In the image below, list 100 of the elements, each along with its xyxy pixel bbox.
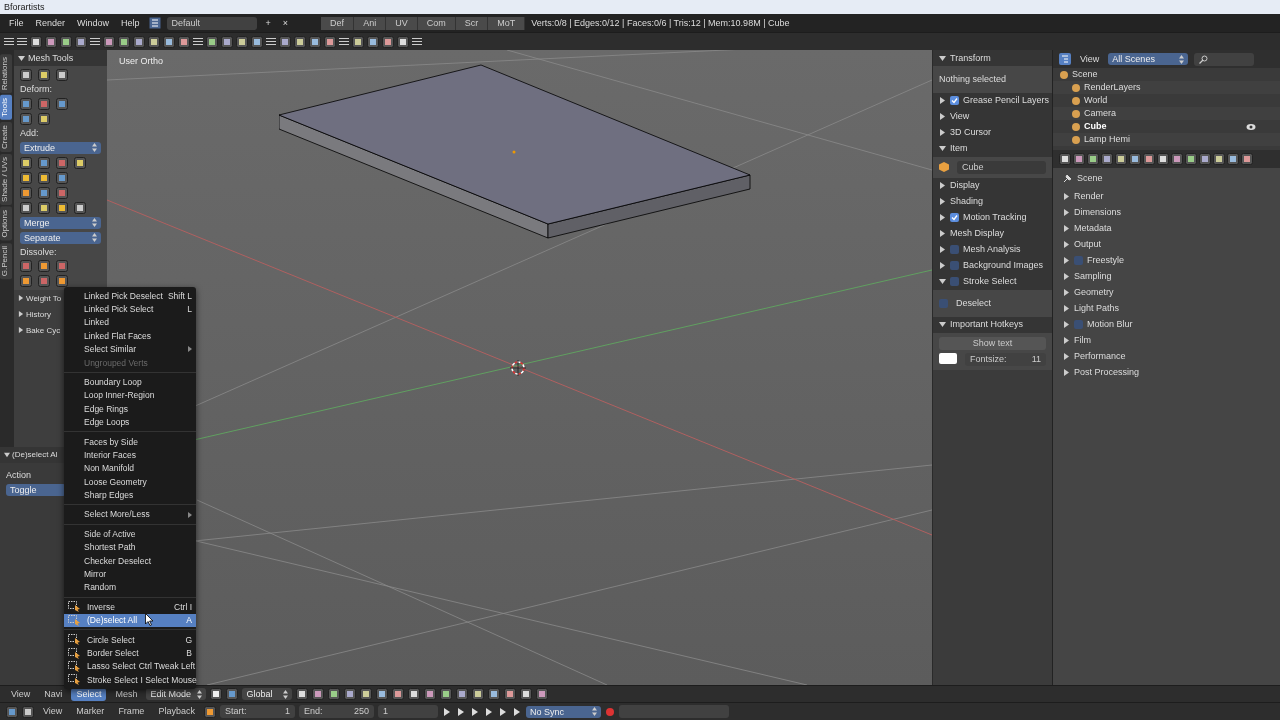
tool-icon[interactable] [56, 156, 68, 169]
toolbar-icon[interactable] [118, 35, 130, 48]
triangle-down-icon[interactable] [4, 452, 10, 458]
toolbar-icon[interactable] [397, 35, 409, 48]
tool-icon[interactable] [56, 260, 68, 273]
triangle-right-icon[interactable] [1063, 272, 1070, 280]
action-dropdown[interactable]: Toggle [6, 483, 66, 496]
checkbox[interactable] [939, 298, 948, 308]
playback-icon[interactable] [455, 706, 466, 717]
header-icon[interactable] [472, 688, 485, 700]
tool-icon[interactable] [56, 69, 68, 81]
triangle-right-icon[interactable] [939, 214, 946, 222]
triangle-right-icon[interactable] [939, 97, 946, 105]
header-icon[interactable] [328, 688, 341, 700]
tool-icon[interactable] [38, 201, 50, 214]
tool-icon[interactable] [20, 97, 32, 110]
playback-icon[interactable] [497, 706, 508, 717]
workspace-tab[interactable]: Ani [354, 16, 387, 30]
side-tab[interactable]: Shade / UVs [0, 154, 12, 205]
checkbox[interactable] [1074, 319, 1083, 329]
sync-dropdown[interactable]: No Sync [525, 705, 601, 718]
header-menu[interactable]: Playback [153, 705, 200, 718]
triangle-right-icon[interactable] [939, 113, 946, 121]
menu-item[interactable]: Inverse Ctrl I [64, 600, 196, 614]
triangle-right-icon[interactable] [18, 327, 24, 334]
tool-icon[interactable] [20, 201, 32, 214]
menu-icon[interactable] [17, 37, 27, 46]
menu-item[interactable]: Linked Pick Deselect Shift L [64, 289, 196, 303]
start-field[interactable]: Start: 1 [219, 705, 295, 718]
menu-item[interactable]: Interior Faces [64, 448, 196, 462]
menu-item[interactable]: Help [118, 17, 143, 29]
tool-icon[interactable] [56, 171, 68, 184]
triangle-right-icon[interactable] [939, 182, 946, 190]
header-icon[interactable] [488, 688, 501, 700]
name-field[interactable]: Cube [957, 160, 1046, 174]
tool-icon[interactable] [56, 275, 68, 288]
layout-field[interactable]: Default [166, 16, 257, 30]
tool-icon[interactable] [38, 112, 50, 125]
color-swatch[interactable] [939, 352, 957, 364]
checkbox[interactable] [950, 277, 959, 287]
menu-item[interactable]: Linked [64, 315, 196, 330]
menu-item[interactable]: Boundary Loop [64, 375, 196, 389]
side-tab[interactable]: Create [0, 122, 12, 153]
triangle-right-icon[interactable] [939, 246, 946, 254]
toolbar-icon[interactable] [279, 35, 291, 48]
tool-icon[interactable] [38, 156, 50, 169]
tool-icon[interactable] [38, 275, 50, 288]
toolbar-icon[interactable] [236, 35, 248, 48]
menu-item[interactable]: Sharp Edges [64, 488, 196, 502]
tool-icon[interactable] [20, 186, 32, 199]
outliner-item[interactable]: Camera [1084, 108, 1116, 119]
toolbar-icon[interactable] [309, 35, 321, 48]
tab-icon[interactable] [1227, 153, 1239, 165]
toolbar-icon[interactable] [206, 35, 218, 48]
tool-icon[interactable] [20, 171, 32, 184]
triangle-right-icon[interactable] [939, 230, 946, 238]
menu-item[interactable]: Shortest Path [64, 540, 196, 555]
tab-icon[interactable] [1129, 153, 1141, 165]
tab-icon[interactable] [1171, 153, 1183, 165]
toolbar-icon[interactable] [103, 35, 115, 48]
menu-item[interactable]: Lasso Select Ctrl Tweak Left [64, 659, 196, 674]
menu-item[interactable]: Border Select B [64, 646, 196, 660]
triangle-down-icon[interactable] [939, 278, 946, 286]
menu-item[interactable]: Linked Pick Select L [64, 302, 196, 316]
playback-icon[interactable] [483, 706, 494, 717]
toolbar-icon[interactable] [251, 35, 263, 48]
triangle-right-icon[interactable] [939, 129, 946, 137]
fontsize-field[interactable]: Fontsize: 11 [965, 352, 1046, 366]
workspace-tab[interactable]: Com [417, 16, 456, 30]
toolbar-icon[interactable] [133, 35, 145, 48]
header-menu[interactable]: Navi [39, 687, 68, 701]
triangle-right-icon[interactable] [1063, 192, 1070, 200]
tool-icon[interactable] [20, 112, 32, 125]
header-icon[interactable] [360, 688, 373, 700]
scenes-dropdown[interactable]: All Scenes [1108, 53, 1189, 65]
menu-item[interactable]: Checker Deselect [64, 554, 196, 568]
tool-icon[interactable] [20, 260, 32, 273]
tool-icon[interactable] [56, 186, 68, 199]
triangle-down-icon[interactable] [939, 321, 946, 329]
extrude-dropdown[interactable]: Extrude [20, 141, 101, 154]
playback-icon[interactable] [511, 706, 522, 717]
tool-icon[interactable] [56, 201, 68, 214]
menu-item[interactable]: File [6, 17, 27, 29]
toolbar-icon[interactable] [352, 35, 364, 48]
tab-icon[interactable] [1199, 153, 1211, 165]
menu-item[interactable]: Circle Select G [64, 633, 196, 647]
header-icon[interactable] [504, 688, 517, 700]
triangle-right-icon[interactable] [1063, 368, 1070, 376]
triangle-right-icon[interactable] [1063, 224, 1070, 232]
header-menu[interactable]: Frame [113, 705, 150, 718]
outliner-icon[interactable] [1059, 53, 1071, 65]
checkbox[interactable] [950, 245, 959, 255]
toolbar-icon[interactable] [294, 35, 306, 48]
menu-icon[interactable] [90, 37, 100, 46]
workspace-tab[interactable]: Def [321, 16, 355, 30]
triangle-down-icon[interactable] [939, 54, 946, 62]
toolbar-icon[interactable] [45, 35, 57, 48]
menu-item[interactable]: Stroke Select I Select Mouse [64, 673, 196, 687]
outliner-item[interactable]: Cube [1084, 121, 1107, 132]
side-tab[interactable]: Options [0, 207, 12, 241]
